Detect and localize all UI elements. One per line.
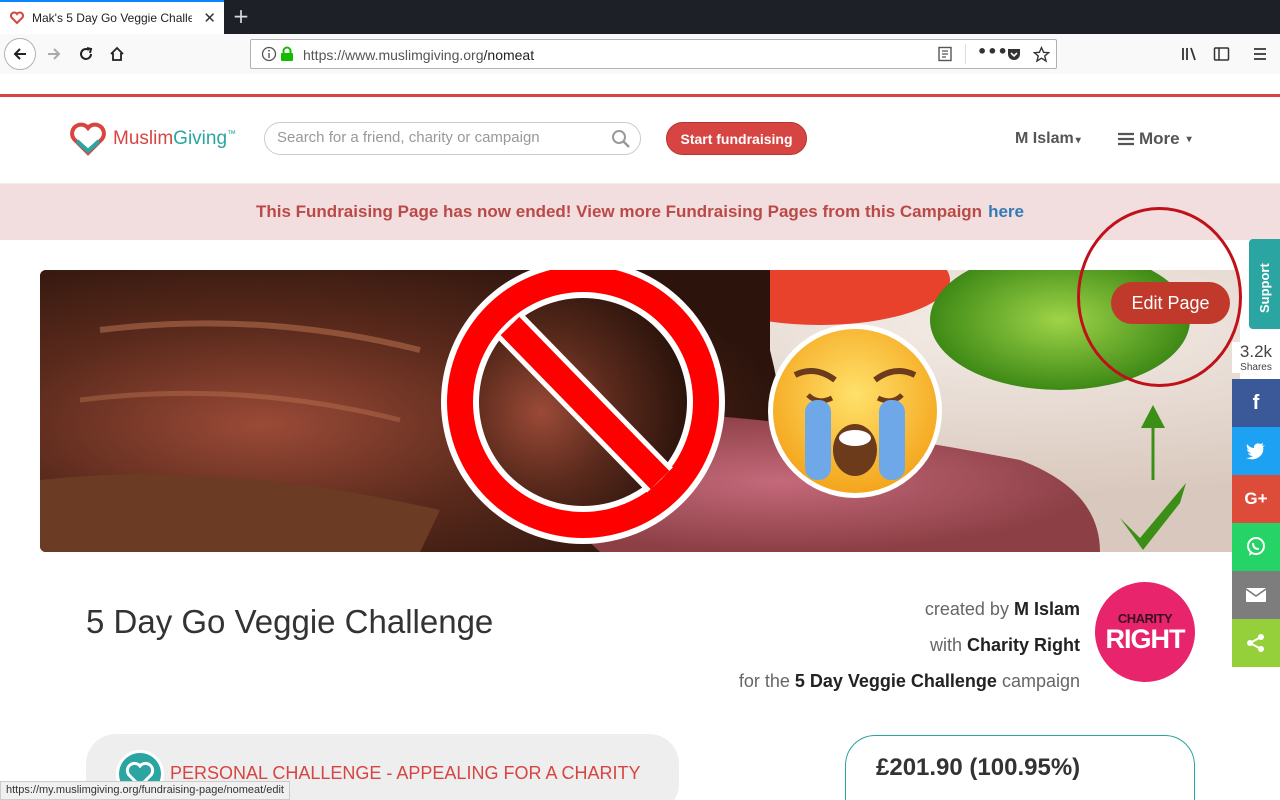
twitter-icon [1246,443,1265,460]
banner-here-link[interactable]: here [988,202,1024,222]
search-input[interactable] [277,129,597,146]
site-header: MuslimGiving™ Start fundraising M Islam▾… [0,97,1280,184]
google-plus-icon: G+ [1244,489,1268,508]
no-symbol-icon [441,270,725,544]
browser-navbar: https://www.muslimgiving.org/nomeat ••• [0,34,1280,74]
browser-tab-bar: Mak's 5 Day Go Veggie Challenge ✕ + [0,0,1280,34]
home-icon [110,46,124,61]
new-tab-icon[interactable]: + [230,4,252,28]
pocket-icon[interactable] [1006,46,1022,62]
reload-button[interactable] [72,40,100,68]
url-bar[interactable]: https://www.muslimgiving.org/nomeat ••• [250,39,1057,69]
caret-down-icon: ▾ [1186,133,1192,145]
heart-favicon-icon [10,11,24,25]
annotation-circle [1077,207,1242,387]
more-share-button[interactable] [1232,619,1280,667]
arrow-left-icon [13,48,26,60]
arrow-right-icon [48,48,61,60]
charity-logo-line2: RIGHT [1105,624,1186,654]
user-name: M Islam [1015,130,1074,147]
campaign-line: for the 5 Day Veggie Challenge campaign [738,671,1080,691]
facebook-share-button[interactable]: f [1232,379,1280,427]
support-tab[interactable]: Support [1249,239,1280,329]
search-icon[interactable] [611,129,631,149]
share-count-label: Shares [1240,362,1272,373]
support-label: Support [1257,263,1272,313]
whatsapp-icon [1247,537,1265,556]
created-by-line: created by M Islam [924,599,1080,619]
caret-down-icon: ▾ [1075,135,1081,146]
creator-link[interactable]: M Islam [1014,599,1080,619]
whatsapp-share-button[interactable] [1232,523,1280,571]
email-share-button[interactable] [1232,571,1280,619]
user-menu[interactable]: M Islam ▾ [1015,130,1081,148]
reload-icon [80,47,93,60]
bookmark-star-icon[interactable] [1033,46,1050,63]
url-divider [965,44,966,64]
page-actions-icon[interactable]: ••• [977,42,1008,61]
forward-button[interactable] [40,40,68,68]
crying-face-emoji-icon [768,324,942,498]
start-fundraising-button[interactable]: Start fundraising [666,122,807,155]
share-count: 3.2k Shares [1232,342,1280,373]
sidebar-toggle-icon[interactable] [1213,46,1230,62]
back-button[interactable] [4,38,36,70]
charity-right-logo[interactable]: CHARITY RIGHT [1095,582,1195,682]
muslimgiving-logo[interactable]: MuslimGiving™ [69,121,236,157]
more-label: More [1139,129,1180,148]
close-tab-icon[interactable]: ✕ [203,9,216,27]
share-icon [1247,634,1264,652]
cover-image [40,270,1240,552]
steak-photo [40,270,1240,552]
heart-logo-icon [70,122,106,156]
email-icon [1246,588,1266,602]
amount-raised: £201.90 (100.95%) [876,754,1081,781]
search-box [264,122,641,155]
status-bar-url: https://my.muslimgiving.org/fundraising-… [0,781,290,800]
more-menu[interactable]: More ▾ [1118,129,1192,149]
library-icon[interactable] [1181,46,1199,62]
lock-icon [281,46,293,61]
twitter-share-button[interactable] [1232,427,1280,475]
home-button[interactable] [103,40,131,68]
browser-tab[interactable]: Mak's 5 Day Go Veggie Challenge ✕ [0,0,224,34]
campaign-link[interactable]: 5 Day Veggie Challenge [795,671,997,691]
tab-title: Mak's 5 Day Go Veggie Challenge [32,11,192,25]
amount-raised-box: £201.90 (100.95%) [845,735,1195,800]
share-count-number: 3.2k [1239,342,1273,361]
facebook-icon: f [1252,391,1260,414]
info-icon[interactable] [261,46,277,62]
logo-text: MuslimGiving™ [113,128,237,149]
menu-lines-icon [1118,132,1134,146]
charity-link[interactable]: Charity Right [967,635,1080,655]
page-ended-banner: This Fundraising Page has now ended! Vie… [0,184,1280,240]
banner-text: This Fundraising Page has now ended! Vie… [255,202,983,221]
google-plus-share-button[interactable]: G+ [1232,475,1280,523]
charity-line: with Charity Right [929,635,1080,655]
page-title: 5 Day Go Veggie Challenge [86,603,494,640]
menu-hamburger-icon[interactable] [1253,46,1267,62]
reader-view-icon[interactable] [937,46,953,62]
url-text: https://www.muslimgiving.org/nomeat [303,47,535,63]
